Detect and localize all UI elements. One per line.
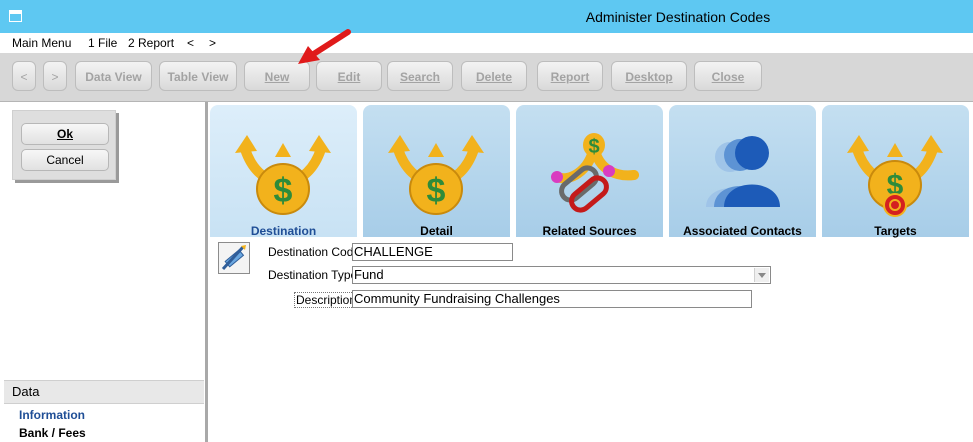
tab-destination[interactable]: $ Destination <box>210 105 357 238</box>
destination-type-label: Destination Type <box>268 268 358 282</box>
tab-associated-contacts-label: Associated Contacts <box>683 224 802 238</box>
pen-ruler-icon <box>221 245 246 271</box>
table-view-button[interactable]: Table View <box>159 61 237 91</box>
toolbar: < > Data View Table View New Edit Search… <box>0 53 973 102</box>
tab-detail[interactable]: $ Detail <box>363 105 510 238</box>
forward-button[interactable]: > <box>43 61 67 91</box>
data-view-button[interactable]: Data View <box>75 61 152 91</box>
menu-forward[interactable]: > <box>209 36 216 50</box>
money-bag-arrows-icon: $ <box>235 135 331 215</box>
description-label: Description <box>294 292 359 308</box>
tab-related-sources[interactable]: $ Related Sources <box>516 105 663 238</box>
window-title: Administer Destination Codes <box>585 9 771 25</box>
sidebar-item-bank-fees[interactable]: Bank / Fees <box>19 426 86 440</box>
destination-type-select[interactable]: Fund <box>352 266 771 284</box>
svg-text:$: $ <box>274 172 293 210</box>
desktop-button[interactable]: Desktop <box>611 61 687 91</box>
linked-sources-icon: $ <box>551 133 639 213</box>
report-button[interactable]: Report <box>537 61 603 91</box>
description-field[interactable]: Community Fundraising Challenges <box>352 290 752 308</box>
destination-form: Destination Code CHALLENGE Destination T… <box>208 237 973 442</box>
tab-related-sources-label: Related Sources <box>542 224 637 238</box>
tab-targets[interactable]: $ Targets <box>822 105 969 238</box>
red-arrow-annotation <box>298 29 351 64</box>
delete-button[interactable]: Delete <box>461 61 527 91</box>
ok-button[interactable]: Ok <box>21 123 109 145</box>
tab-targets-label: Targets <box>874 224 917 238</box>
left-pane: Ok Cancel Data Information Bank / Fees <box>0 102 205 442</box>
menu-main[interactable]: Main Menu <box>12 36 71 50</box>
back-button[interactable]: < <box>12 61 36 91</box>
menu-back[interactable]: < <box>187 36 194 50</box>
sidebar-item-information[interactable]: Information <box>19 408 85 422</box>
chevron-down-icon[interactable] <box>754 268 769 282</box>
tab-associated-contacts[interactable]: Associated Contacts <box>669 105 816 238</box>
data-section-header: Data <box>4 380 204 404</box>
close-button[interactable]: Close <box>694 61 762 91</box>
main-pane: $ Destination $ Detail $ Related Sources… <box>208 102 973 442</box>
data-section-title: Data <box>12 384 40 399</box>
edit-pen-icon[interactable] <box>218 242 250 274</box>
menu-report[interactable]: 2 Report <box>128 36 174 50</box>
svg-text:$: $ <box>588 136 599 158</box>
money-bag-arrows-icon: $ <box>388 135 484 215</box>
tab-detail-label: Detail <box>420 224 453 238</box>
tab-destination-label: Destination <box>250 224 317 238</box>
title-bar: Administer Destination Codes <box>0 0 973 33</box>
destination-type-value: Fund <box>354 267 384 282</box>
menu-bar: Main Menu 1 File 2 Report < > <box>0 33 973 53</box>
svg-text:$: $ <box>427 172 446 210</box>
ok-cancel-panel: Ok Cancel <box>12 110 116 180</box>
search-button[interactable]: Search <box>387 61 453 91</box>
contacts-group-icon <box>706 136 780 207</box>
destination-code-label: Destination Code <box>268 245 361 259</box>
money-bag-target-icon: $ <box>847 135 943 217</box>
destination-code-field[interactable]: CHALLENGE <box>352 243 513 261</box>
cancel-button[interactable]: Cancel <box>21 149 109 171</box>
menu-file[interactable]: 1 File <box>88 36 117 50</box>
